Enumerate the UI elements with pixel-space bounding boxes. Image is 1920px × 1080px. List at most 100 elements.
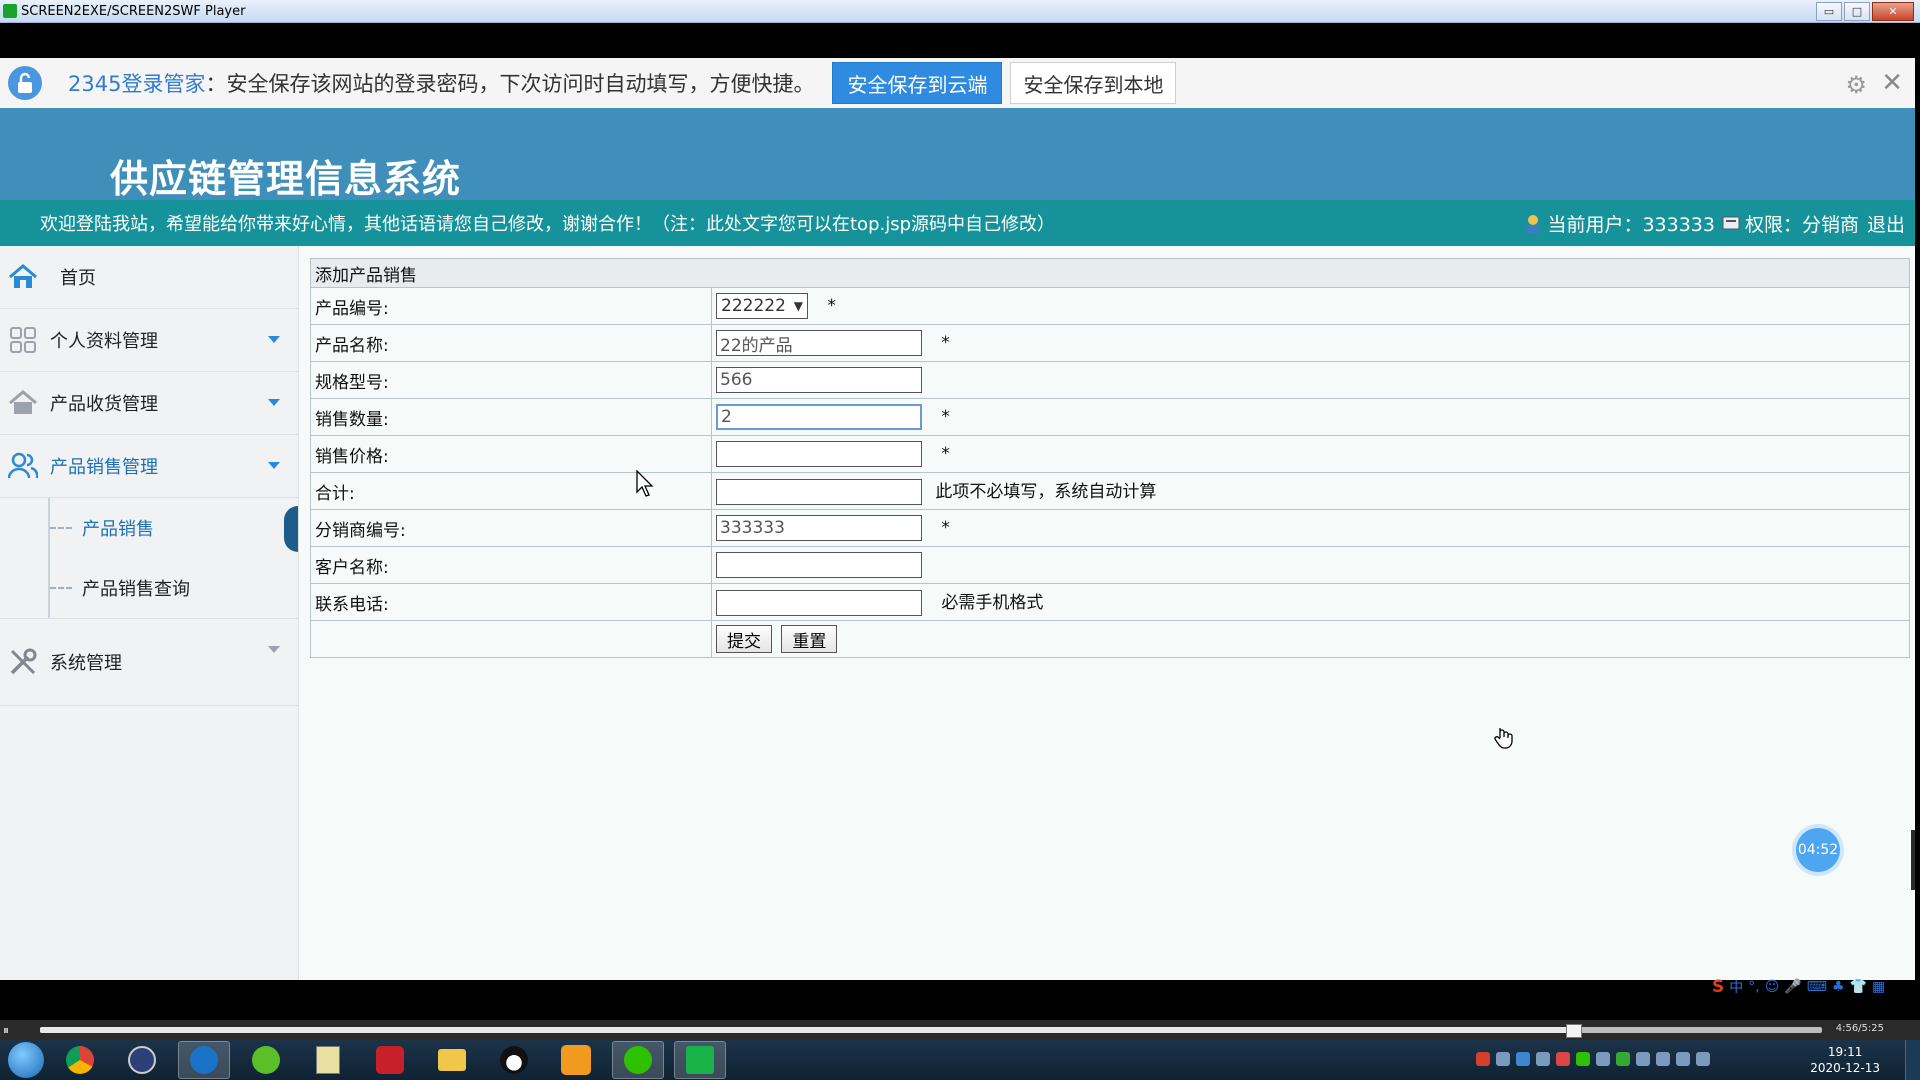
product-code-select[interactable]: 222222 ▼ xyxy=(716,293,808,319)
sogou-tray-icon[interactable] xyxy=(1476,1052,1490,1066)
tools-icon xyxy=(8,647,38,677)
save-to-local-button[interactable]: 安全保存到本地 xyxy=(1010,62,1177,104)
sidebar-item-sales[interactable]: 产品销售管理 xyxy=(0,435,298,498)
arrow-cursor-icon xyxy=(636,470,654,497)
window-controls: ▭ □ ✕ xyxy=(1816,2,1914,21)
shield-icon[interactable] xyxy=(1516,1052,1530,1066)
microphone-icon[interactable]: 🎤 xyxy=(1784,979,1801,995)
network-icon[interactable] xyxy=(1636,1052,1650,1066)
sidebar-item-profile[interactable]: 个人资料管理 xyxy=(0,309,298,372)
tray-icon[interactable] xyxy=(1536,1052,1550,1066)
scrollbar-handle[interactable] xyxy=(1911,830,1915,890)
taskbar-notepad[interactable] xyxy=(302,1041,354,1079)
tray-icon[interactable] xyxy=(1556,1052,1570,1066)
folder-icon xyxy=(438,1049,466,1071)
taskbar-player[interactable] xyxy=(674,1041,726,1079)
form-row-phone: 联系电话: 必需手机格式 xyxy=(310,583,1910,621)
form-row-product-code: 产品编号: 222222 ▼ * xyxy=(310,287,1910,325)
customer-name-input[interactable] xyxy=(716,552,922,578)
taskbar-app-2[interactable] xyxy=(116,1041,168,1079)
sidebar-subitem-label: 产品销售 xyxy=(82,519,154,540)
action-center-icon[interactable] xyxy=(1696,1052,1710,1066)
welcome-bar: 欢迎登陆我站，希望能给你带来好心情，其他话语请您自己修改，谢谢合作！（注：此处文… xyxy=(0,200,1915,246)
volume-icon[interactable] xyxy=(1676,1052,1690,1066)
ime-toolbar: S 中 °, ☺ 🎤 ⌨ ♣ 👕 ▦ xyxy=(1712,976,1917,998)
welcome-text: 欢迎登陆我站，希望能给你带来好心情，其他话语请您自己修改，谢谢合作！（注：此处文… xyxy=(40,214,1056,235)
emoji-icon[interactable]: ☺ xyxy=(1765,979,1780,995)
wechat-tray-icon[interactable] xyxy=(1576,1052,1590,1066)
seek-bar[interactable] xyxy=(40,1024,1822,1038)
close-window-button[interactable]: ✕ xyxy=(1872,2,1914,21)
browser-content: 2345登录管家：安全保存该网站的登录密码，下次访问时自动填写，方便快捷。 安全… xyxy=(0,58,1915,980)
reset-button[interactable]: 重置 xyxy=(781,625,838,653)
taskbar-clock[interactable]: 19:11 2020-12-13 xyxy=(1810,1044,1880,1076)
circle-app-icon xyxy=(128,1046,156,1074)
total-input[interactable] xyxy=(716,479,922,505)
field-label: 产品名称: xyxy=(310,324,712,362)
player-titlebar: SCREEN2EXE/SCREEN2SWF Player ▭ □ ✕ xyxy=(0,0,1920,23)
tray-icon[interactable] xyxy=(1656,1052,1670,1066)
playback-time: 4:56/5:25 xyxy=(1835,1023,1884,1034)
product-name-input[interactable] xyxy=(716,330,922,356)
home-icon xyxy=(8,262,38,292)
pause-icon[interactable]: ⏸ xyxy=(3,1023,9,1038)
field-label: 联系电话: xyxy=(310,583,712,621)
grid-menu-icon[interactable]: ▦ xyxy=(1872,979,1885,995)
tray-icon[interactable] xyxy=(1496,1052,1510,1066)
form-row-product-name: 产品名称: * xyxy=(310,324,1910,362)
punctuation-icon[interactable]: °, xyxy=(1748,979,1759,995)
keyboard-icon[interactable]: ⌨ xyxy=(1807,979,1827,995)
minimize-button[interactable]: ▭ xyxy=(1816,2,1842,21)
active-indicator xyxy=(284,506,298,552)
tray-icon[interactable] xyxy=(1616,1052,1630,1066)
quantity-input[interactable] xyxy=(716,404,922,430)
field-label: 销售数量: xyxy=(310,398,712,436)
taskbar-explorer[interactable] xyxy=(426,1041,478,1079)
form-caption: 添加产品销售 xyxy=(310,258,1910,288)
sidebar-item-receiving[interactable]: 产品收货管理 xyxy=(0,372,298,435)
taskbar-qq[interactable] xyxy=(488,1041,540,1079)
windows-start-icon[interactable] xyxy=(8,1042,44,1078)
wechat-icon xyxy=(624,1046,652,1074)
sidebar-item-label: 产品销售管理 xyxy=(50,457,158,478)
current-user: 当前用户：333333 xyxy=(1547,214,1715,236)
taskbar-browser[interactable] xyxy=(178,1041,230,1079)
save-to-cloud-button[interactable]: 安全保存到云端 xyxy=(832,62,1003,104)
chevron-down-icon xyxy=(268,399,280,406)
distributor-input[interactable] xyxy=(716,515,922,541)
maximize-button[interactable]: □ xyxy=(1844,2,1870,21)
player-title: SCREEN2EXE/SCREEN2SWF Player xyxy=(21,3,246,19)
shirt-icon[interactable]: 👕 xyxy=(1850,979,1867,995)
ime-mode[interactable]: 中 xyxy=(1729,977,1743,997)
clock-date: 2020-12-13 xyxy=(1810,1061,1880,1075)
sogou-logo-icon[interactable]: S xyxy=(1712,977,1724,997)
taskbar-chrome[interactable] xyxy=(54,1041,106,1079)
form-row-customer: 客户名称: xyxy=(310,546,1910,584)
skin-icon[interactable]: ♣ xyxy=(1832,979,1845,995)
taskbar-wechat[interactable] xyxy=(612,1041,664,1079)
field-hint: 必需手机格式 xyxy=(941,593,1044,613)
show-desktop-button[interactable] xyxy=(1905,1040,1920,1080)
sidebar-item-home[interactable]: 首页 xyxy=(0,246,298,309)
flash-icon xyxy=(376,1046,404,1074)
taskbar-flash[interactable] xyxy=(364,1041,416,1079)
close-icon[interactable]: ✕ xyxy=(1881,68,1903,98)
price-input[interactable] xyxy=(716,441,922,467)
gear-icon[interactable]: ⚙ xyxy=(1845,71,1867,99)
phone-input[interactable] xyxy=(716,590,922,616)
field-label: 产品编号: xyxy=(310,287,712,325)
logout-link[interactable]: 退出 xyxy=(1867,210,1905,237)
recording-timer[interactable]: 04:52 xyxy=(1796,828,1840,872)
spec-input[interactable] xyxy=(716,367,922,393)
player-app-icon xyxy=(3,4,17,18)
taskbar-app-4[interactable] xyxy=(240,1041,292,1079)
permission-icon xyxy=(1721,214,1743,234)
submit-button[interactable]: 提交 xyxy=(716,625,772,653)
required-mark: * xyxy=(941,407,950,427)
tray-icon[interactable] xyxy=(1596,1052,1610,1066)
sidebar-item-system[interactable]: 系统管理 xyxy=(0,619,298,706)
sidebar-subitem-product-sales[interactable]: 产品销售 xyxy=(0,498,298,558)
seek-thumb[interactable] xyxy=(1565,1024,1582,1038)
taskbar-audio[interactable] xyxy=(550,1041,602,1079)
sidebar-subitem-sales-query[interactable]: 产品销售查询 xyxy=(0,558,298,619)
